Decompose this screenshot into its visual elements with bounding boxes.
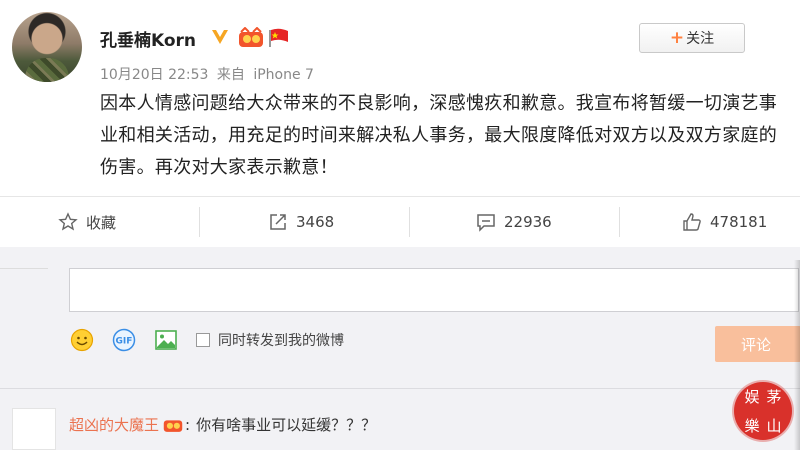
favorite-button[interactable]: 收藏 (58, 197, 116, 247)
post-content: 因本人情感问题给大众带来的不良影响，深感愧疚和歉意。我宣布将暂缓一切演艺事业和相… (100, 93, 778, 178)
watermark-char: 娱 (744, 387, 760, 406)
post-source[interactable]: iPhone 7 (253, 67, 314, 83)
avatar-shirt (25, 58, 69, 82)
reply-username[interactable]: 超凶的大魔王 (69, 414, 159, 435)
submit-comment-button[interactable]: 评论 (715, 326, 800, 362)
author-avatar[interactable] (12, 12, 82, 82)
china-flag-icon (269, 28, 288, 47)
watermark-char: 山 (766, 416, 782, 435)
follow-button[interactable]: + 关注 (639, 23, 745, 53)
reply-avatar[interactable] (12, 408, 56, 450)
post-date[interactable]: 10月20日 22:53 (100, 67, 208, 83)
watermark-char: 樂 (744, 416, 760, 435)
image-icon[interactable] (154, 328, 178, 352)
member-badge-icon[interactable] (238, 27, 264, 49)
reply-text: 你有啥事业可以延缓？？？ (196, 416, 377, 434)
favorite-label: 收藏 (86, 213, 117, 232)
like-icon (683, 213, 701, 231)
watermark-char: 茅 (766, 387, 782, 406)
divider (0, 268, 48, 269)
divider (619, 207, 620, 237)
author-name[interactable]: 孔垂楠Korn (100, 26, 196, 51)
plus-icon: + (669, 28, 685, 48)
emoji-icon[interactable] (70, 328, 94, 352)
divider (409, 207, 410, 237)
follow-label: 关注 (686, 31, 715, 47)
like-button[interactable]: 478181 (682, 197, 767, 247)
repost-icon (270, 214, 286, 230)
comment-input[interactable] (69, 268, 799, 312)
repost-count: 3468 (296, 213, 335, 231)
comment-count: 22936 (504, 213, 552, 231)
forward-checkbox-label[interactable]: 同时转发到我的微博 (218, 330, 344, 350)
comment-button[interactable]: 22936 (476, 197, 552, 247)
repost-button[interactable]: 3468 (268, 197, 334, 247)
member-badge-icon[interactable] (163, 416, 183, 434)
page-edge-shadow (794, 260, 800, 450)
post-actions-bar: 收藏 3468 22936 478181 (0, 196, 800, 247)
divider (199, 207, 200, 237)
comment-divider (0, 388, 800, 389)
gif-label: GIF (116, 337, 133, 347)
gif-icon[interactable]: GIF (112, 328, 136, 352)
comment-toolbar: GIF 同时转发到我的微博 (70, 326, 344, 354)
reply-separator: : (185, 415, 191, 434)
comment-icon (477, 214, 495, 232)
reply-item: 超凶的大魔王 : 你有啥事业可以延缓？？？ (69, 414, 376, 435)
verified-icon (212, 30, 228, 44)
like-count: 478181 (710, 213, 768, 231)
forward-checkbox[interactable] (196, 333, 210, 347)
source-prefix: 来自 (216, 67, 245, 83)
post-meta: 10月20日 22:53 来自 iPhone 7 (100, 64, 318, 84)
star-icon (58, 212, 78, 231)
weibo-post-card: 孔垂楠Korn + 关注 10月20日 22:53 来自 iPhone 7 因本… (0, 0, 800, 260)
watermark-stamp: 娱 茅 樂 山 (734, 382, 792, 440)
